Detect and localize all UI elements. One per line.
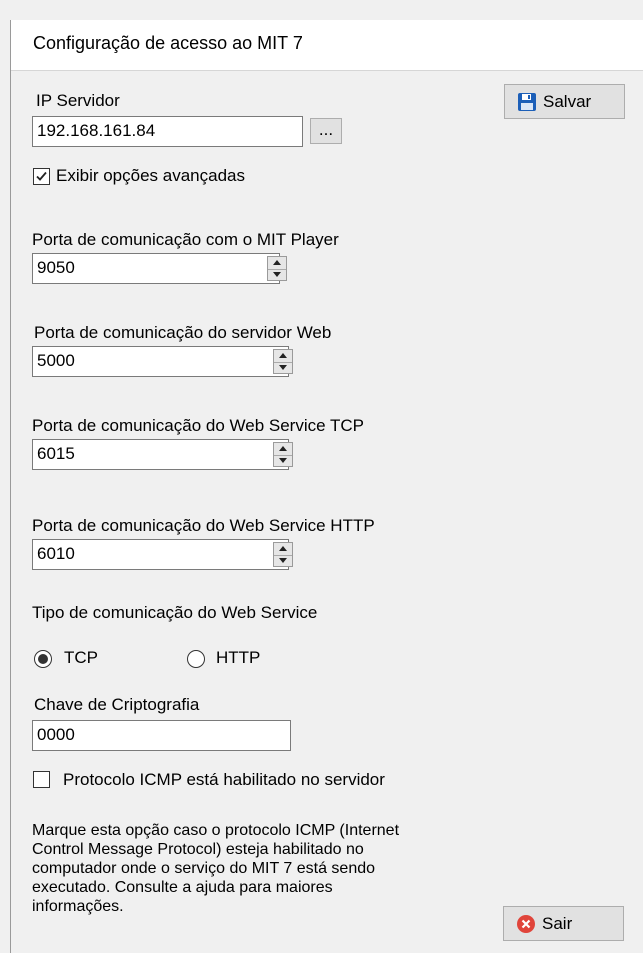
decrement-arrow-icon[interactable] (274, 362, 292, 374)
radio-http-label: HTTP (216, 648, 261, 667)
icmp-description: Marque esta opção caso o protocolo ICMP … (32, 821, 452, 916)
radio-tcp-label: TCP (64, 648, 98, 667)
web-server-port-stepper[interactable] (273, 349, 293, 374)
radio-http[interactable] (187, 650, 205, 668)
ws-type-label: Tipo de comunicação do Web Service (32, 603, 318, 622)
config-window: Configuração de acesso ao MIT 7 IP Servi… (10, 20, 643, 953)
decrement-arrow-icon[interactable] (268, 269, 286, 281)
icmp-description-line: informações. (32, 898, 124, 915)
advanced-options-checkbox[interactable] (33, 168, 50, 185)
window-title: Configuração de acesso ao MIT 7 (33, 33, 303, 53)
checkmark-icon (36, 171, 47, 181)
exit-button-label: Sair (542, 914, 573, 933)
browse-server-button[interactable]: ... (310, 118, 342, 144)
ws-tcp-port-label: Porta de comunicação do Web Service TCP (32, 416, 364, 435)
exit-button[interactable]: Sair (503, 906, 624, 941)
mit-player-port-stepper[interactable] (267, 256, 287, 281)
icmp-description-line: Marque esta opção caso o protocolo ICMP … (32, 822, 400, 839)
icmp-checkbox[interactable] (33, 771, 50, 788)
crypto-key-input[interactable]: 0000 (32, 720, 291, 751)
radio-tcp[interactable] (34, 650, 52, 668)
ws-tcp-port-stepper[interactable] (273, 442, 293, 467)
mit-player-port-label: Porta de comunicação com o MIT Player (32, 230, 339, 249)
icmp-description-line: executado. Consulte a ajuda para maiores (32, 879, 333, 896)
crypto-key-label: Chave de Criptografia (34, 695, 200, 714)
icmp-description-line: computador onde o serviço do MIT 7 está … (32, 860, 376, 877)
ws-http-port-input[interactable]: 6010 (32, 539, 289, 570)
ip-server-input[interactable]: 192.168.161.84 (32, 116, 303, 147)
ws-http-port-label: Porta de comunicação do Web Service HTTP (32, 516, 375, 535)
decrement-arrow-icon[interactable] (274, 555, 292, 567)
decrement-arrow-icon[interactable] (274, 455, 292, 467)
ws-tcp-port-input[interactable]: 6015 (32, 439, 289, 470)
ws-http-port-stepper[interactable] (273, 542, 293, 567)
icmp-label: Protocolo ICMP está habilitado no servid… (63, 770, 385, 789)
web-server-port-label: Porta de comunicação do servidor Web (34, 323, 332, 342)
web-server-port-input[interactable]: 5000 (32, 346, 289, 377)
save-button-label: Salvar (543, 92, 592, 111)
icmp-description-line: Control Message Protocol) esteja habilit… (32, 841, 364, 858)
ip-server-label: IP Servidor (36, 91, 120, 110)
exit-x-icon (517, 915, 535, 933)
mit-player-port-input[interactable]: 9050 (32, 253, 280, 284)
save-button[interactable]: Salvar (504, 84, 625, 119)
title-bar: Configuração de acesso ao MIT 7 (11, 20, 643, 71)
advanced-options-label: Exibir opções avançadas (56, 166, 246, 185)
floppy-disk-icon (518, 93, 536, 111)
